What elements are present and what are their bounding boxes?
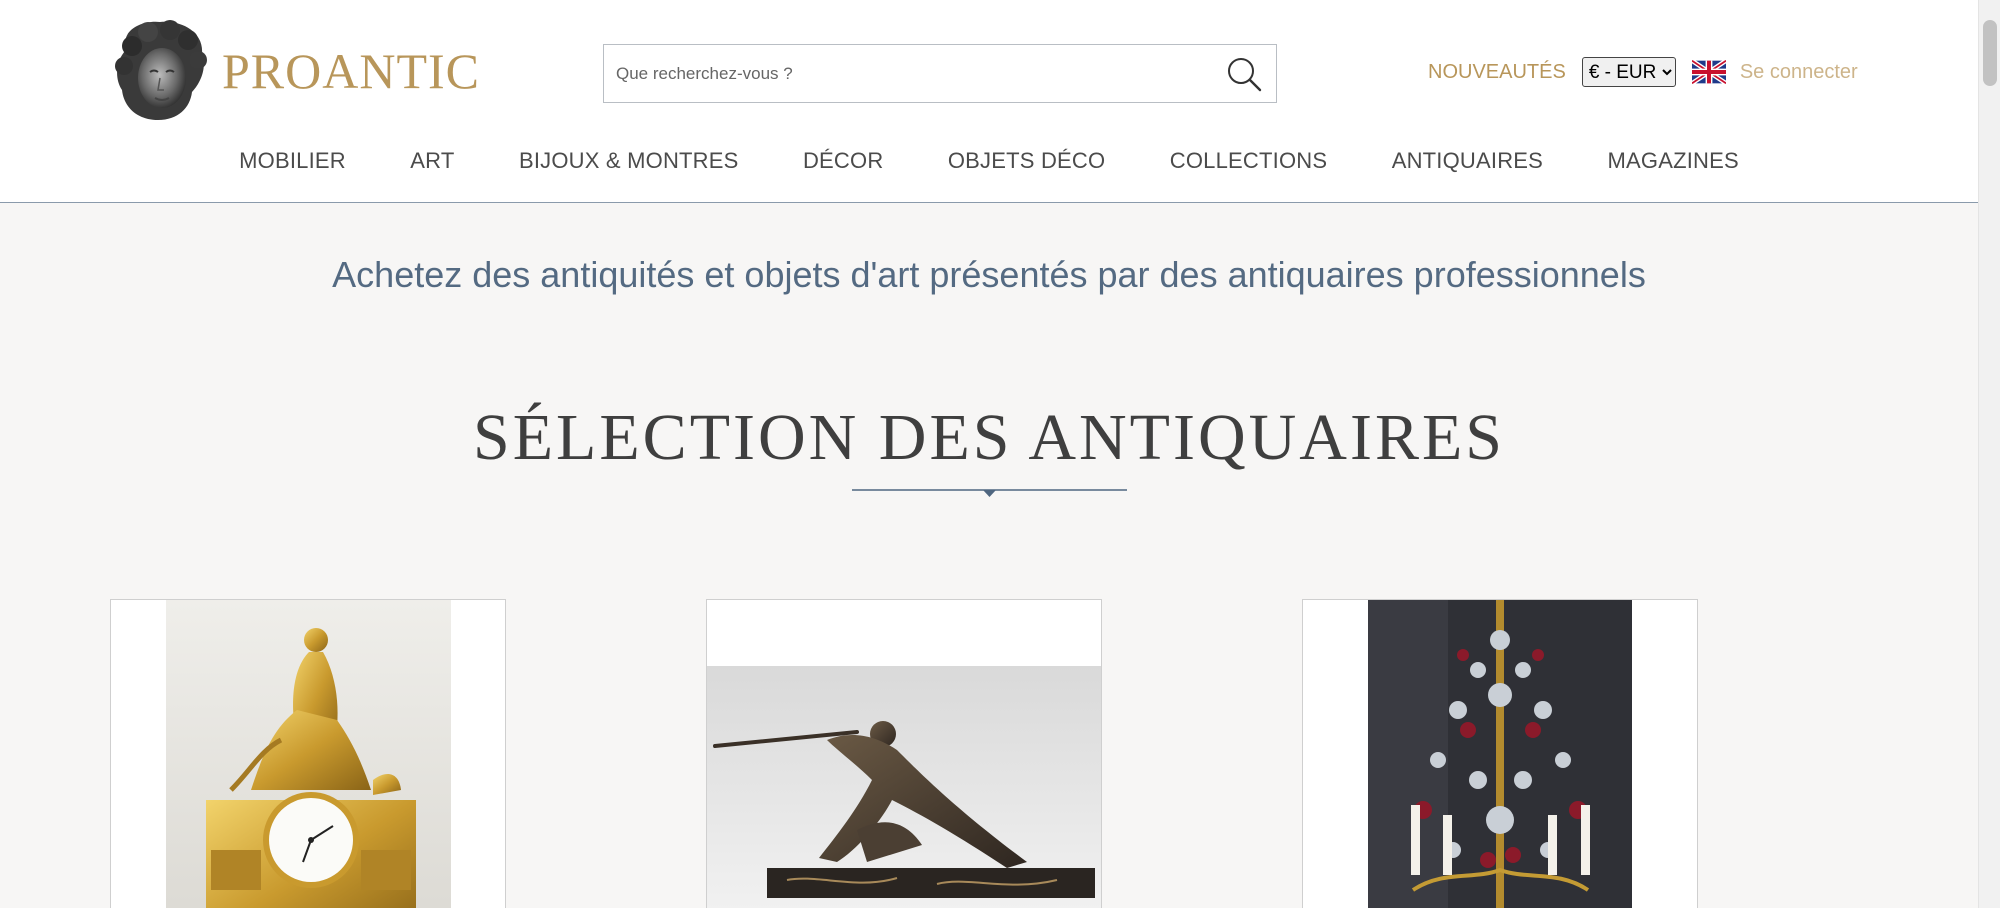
uk-flag-icon[interactable] — [1691, 60, 1726, 84]
nav-item-mobilier[interactable]: MOBILIER — [239, 148, 346, 174]
product-card-clock[interactable] — [110, 599, 506, 908]
search-input[interactable] — [616, 45, 1196, 102]
title-divider — [852, 489, 1127, 497]
nouveautes-link[interactable]: NOUVEAUTÉS — [1428, 61, 1566, 84]
logo-text: PROANTIC — [222, 43, 481, 99]
nav-item-magazines[interactable]: MAGAZINES — [1608, 148, 1739, 174]
product-card-sculpture[interactable] — [706, 599, 1102, 908]
search-icon[interactable] — [1224, 54, 1264, 94]
login-link[interactable]: Se connecter — [1740, 61, 1858, 84]
site-header: PROANTIC NOUVEAUTÉS € - EUR Se connecter… — [0, 0, 1978, 203]
scrollbar-thumb[interactable] — [1983, 20, 1997, 86]
search-box — [603, 44, 1277, 103]
nav-item-bijoux-montres[interactable]: BIJOUX & MONTRES — [519, 148, 739, 174]
section-title: SÉLECTION DES ANTIQUAIRES — [473, 401, 1505, 474]
bronze-sculpture-image — [707, 666, 1101, 908]
nav-item-art[interactable]: ART — [410, 148, 454, 174]
nav-item-collections[interactable]: COLLECTIONS — [1170, 148, 1327, 174]
main-nav: MOBILIER ART BIJOUX & MONTRES DÉCOR OBJE… — [0, 148, 1978, 174]
gilded-clock-image — [166, 600, 451, 908]
statue-head-logo-icon — [115, 20, 207, 120]
logo[interactable]: PROANTIC — [112, 20, 480, 122]
page-scrollbar[interactable] — [1978, 0, 2000, 908]
nav-item-objets-deco[interactable]: OBJETS DÉCO — [948, 148, 1105, 174]
page-tagline: Achetez des antiquités et objets d'art p… — [332, 254, 1646, 295]
crystal-chandelier-image — [1368, 600, 1632, 908]
nav-item-decor[interactable]: DÉCOR — [803, 148, 883, 174]
product-card-chandelier[interactable] — [1302, 599, 1698, 908]
nav-item-antiquaires[interactable]: ANTIQUAIRES — [1392, 148, 1543, 174]
header-actions: NOUVEAUTÉS € - EUR Se connecter — [1428, 56, 1858, 88]
currency-select[interactable]: € - EUR — [1581, 57, 1676, 87]
